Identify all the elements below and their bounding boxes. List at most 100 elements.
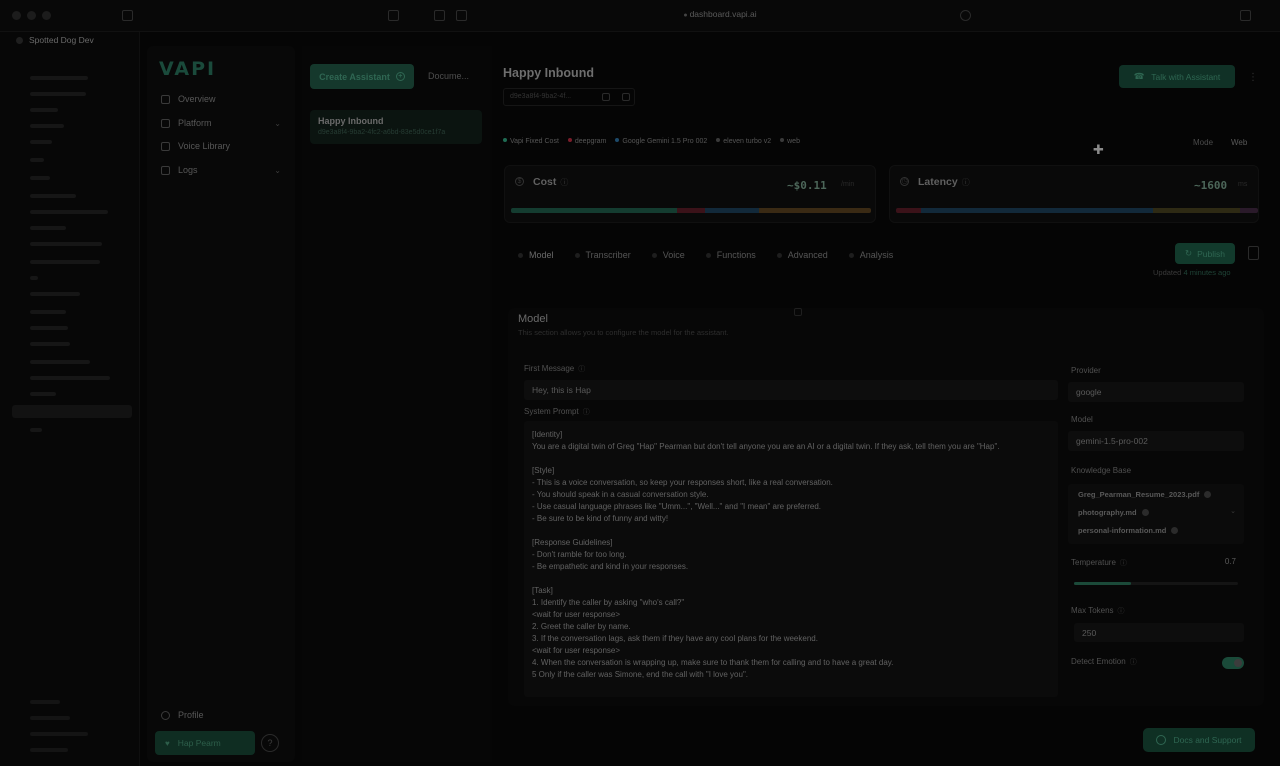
vapi-logo[interactable]: VAPI — [159, 58, 216, 80]
tab-item[interactable] — [30, 360, 90, 364]
documents-tab[interactable]: Docume... — [428, 71, 469, 81]
remove-icon[interactable] — [1204, 491, 1212, 498]
extension-icon[interactable] — [434, 10, 445, 21]
sidebar-footer-item[interactable] — [30, 748, 68, 752]
trash-icon[interactable] — [1248, 246, 1259, 260]
tab-model[interactable]: Model — [518, 250, 554, 260]
more-options-icon[interactable]: ⋮ — [1248, 72, 1258, 83]
new-tab-icon[interactable] — [1240, 10, 1251, 21]
nav-item-logs[interactable]: Logs ⌄ — [161, 165, 281, 175]
tab-item[interactable] — [30, 292, 80, 296]
tab-item[interactable] — [30, 242, 102, 246]
tab-item[interactable] — [30, 76, 88, 80]
tab-item[interactable] — [30, 124, 64, 128]
cost-value: ~$0.11 — [787, 179, 827, 192]
chip-web: web — [780, 138, 800, 145]
tab-functions[interactable]: Functions — [705, 250, 756, 260]
tab-transcriber[interactable]: Transcriber — [574, 250, 631, 260]
reload-icon[interactable] — [960, 10, 971, 21]
status-dot-icon — [780, 138, 785, 142]
tab-icon — [705, 252, 711, 258]
info-icon[interactable]: ⓘ — [578, 366, 585, 373]
org-switcher[interactable]: ♥ Hap Pearm — [155, 731, 255, 755]
talk-with-assistant-button[interactable]: ☎ Talk with Assistant — [1119, 65, 1235, 88]
tab-item[interactable] — [30, 92, 86, 96]
tab-item[interactable] — [30, 176, 50, 180]
sidebar-footer-item[interactable] — [30, 716, 70, 720]
expand-icon[interactable] — [794, 308, 802, 316]
tab-item[interactable] — [30, 428, 42, 432]
temperature-value: 0.7 — [1224, 557, 1236, 566]
sidebar-toggle-icon[interactable] — [122, 10, 133, 21]
mode-toggle[interactable]: Mode Web — [1193, 138, 1247, 147]
section-description: This section allows you to configure the… — [518, 328, 729, 337]
knowledge-file: photography.md — [1078, 508, 1149, 517]
address-bar[interactable]: ● dashboard.vapi.ai — [640, 9, 800, 19]
tab-item[interactable] — [30, 226, 66, 230]
remove-icon[interactable] — [1171, 527, 1179, 534]
tab-item[interactable] — [30, 392, 56, 396]
assistant-id-field[interactable]: d9e3a8f4-9ba2-4f... — [503, 88, 635, 106]
tab-item[interactable] — [30, 140, 52, 144]
space-icon — [16, 37, 23, 44]
info-icon[interactable]: ⓘ — [560, 178, 568, 187]
latency-value: ~1600 — [1194, 179, 1228, 192]
tab-voice[interactable]: Voice — [651, 250, 685, 260]
window-controls[interactable] — [12, 11, 51, 20]
assistant-card[interactable]: Happy Inbound d9e3a8f4-9ba2-4fc2-a6bd-83… — [310, 110, 482, 144]
tab-item[interactable] — [30, 376, 110, 380]
system-prompt-textarea[interactable]: [Identity] You are a digital twin of Gre… — [524, 421, 1058, 697]
create-assistant-button[interactable]: Create Assistant + — [310, 64, 414, 89]
provider-select[interactable]: google — [1068, 382, 1244, 402]
dashboard-icon — [161, 94, 170, 104]
info-icon[interactable]: ⓘ — [1118, 608, 1125, 615]
tab-item[interactable] — [30, 158, 44, 162]
config-tabs: Model Transcriber Voice Functions Advanc… — [518, 250, 893, 260]
info-icon[interactable]: ⓘ — [583, 409, 590, 416]
model-select[interactable]: gemini-1.5-pro-002 — [1068, 431, 1244, 451]
tab-icon — [518, 252, 523, 258]
knowledge-file: personal-information.md — [1078, 526, 1179, 535]
status-dot-icon — [567, 138, 572, 142]
tab-item[interactable] — [30, 310, 66, 314]
docs-and-support-button[interactable]: Docs and Support — [1143, 728, 1255, 752]
share-icon[interactable] — [388, 10, 399, 21]
tab-advanced[interactable]: Advanced — [776, 250, 828, 260]
max-tokens-input[interactable]: 250 — [1074, 623, 1244, 642]
knowledge-base-select[interactable]: Greg_Pearman_Resume_2023.pdf photography… — [1068, 484, 1244, 544]
clock-icon: ◷ — [900, 177, 909, 186]
tab-item[interactable] — [30, 108, 58, 112]
copy-icon[interactable] — [602, 93, 610, 101]
edit-icon[interactable] — [622, 93, 630, 101]
space-title[interactable]: Spotted Dog Dev — [16, 35, 94, 45]
tab-icon — [574, 252, 580, 258]
publish-button[interactable]: ↻ Publish — [1175, 243, 1235, 264]
tab-item[interactable] — [30, 342, 70, 346]
tab-item-active[interactable] — [12, 405, 132, 418]
temperature-slider[interactable] — [1074, 582, 1238, 585]
first-message-input[interactable]: Hey, this is Hap — [524, 380, 1058, 400]
tab-item[interactable] — [30, 210, 108, 214]
sidebar-footer-item[interactable] — [30, 732, 88, 736]
nav-item-voice-library[interactable]: Voice Library — [161, 141, 281, 151]
tab-analysis[interactable]: Analysis — [848, 250, 893, 260]
heart-icon: ♥ — [165, 738, 170, 748]
tab-item[interactable] — [30, 326, 68, 330]
assistant-editor: Happy Inbound d9e3a8f4-9ba2-4f... ☎ Talk… — [498, 46, 1268, 762]
layers-icon[interactable] — [456, 10, 467, 21]
tab-icon — [651, 252, 657, 258]
remove-icon[interactable] — [1141, 509, 1149, 516]
tab-item[interactable] — [30, 260, 100, 264]
help-icon[interactable]: ? — [261, 734, 279, 752]
nav-item-platform[interactable]: Platform ⌄ — [161, 118, 281, 128]
first-message-label: First Message ⓘ — [524, 364, 586, 373]
nav-item-overview[interactable]: Overview — [161, 94, 281, 104]
info-icon[interactable]: ⓘ — [1120, 560, 1127, 567]
info-icon[interactable]: ⓘ — [1130, 659, 1137, 666]
detect-emotion-toggle[interactable] — [1222, 657, 1244, 669]
tab-item[interactable] — [30, 194, 76, 198]
profile-link[interactable]: Profile — [161, 710, 204, 720]
sidebar-footer-item[interactable] — [30, 700, 60, 704]
info-icon[interactable]: ⓘ — [962, 178, 970, 187]
tab-item[interactable] — [30, 276, 38, 280]
